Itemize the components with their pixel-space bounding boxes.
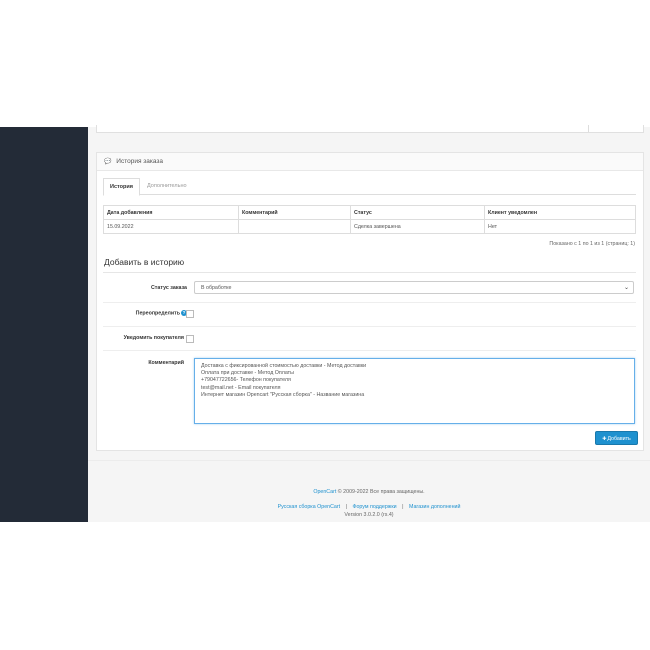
order-status-select[interactable]: В обработке ⌄: [194, 281, 634, 294]
order-status-label: Статус заказа: [150, 285, 187, 291]
column-header: Комментарий: [238, 205, 351, 220]
override-label-text: Переопределить: [135, 310, 180, 317]
comment-line: test@mail.net - Email покупателя: [201, 384, 281, 391]
column-header: Дата добавления: [103, 205, 239, 220]
footer-link-extension-store[interactable]: Магазин дополнений: [409, 504, 460, 510]
comment-line: Оплата при доставке - Метод Оплаты: [201, 370, 294, 377]
override-label: Переопределить?: [107, 310, 187, 316]
opencart-link[interactable]: OpenCart: [313, 489, 336, 495]
footer-links: Русская сборка OpenCart | Форум поддержк…: [88, 504, 650, 510]
divider: [103, 326, 636, 327]
comment-textarea[interactable]: Доставка с фиксированной стоимостью дост…: [194, 358, 635, 424]
column-header: Клиент уведомлен: [484, 205, 636, 220]
comment-label: Комментарий: [148, 360, 184, 366]
notify-label: Уведомить покупателя: [123, 335, 184, 341]
previous-panel-bottom: [96, 125, 644, 133]
copyright-text: © 2009-2022 Все права защищены.: [337, 489, 425, 495]
divider: [103, 272, 636, 273]
order-history-panel: 💬 История заказа История Дополнительно Д…: [96, 152, 644, 451]
add-history-button[interactable]: ✚Добавить: [595, 431, 638, 445]
sidebar: [0, 127, 88, 522]
comment-line: Интернет магазин Opencart "Русская сборк…: [201, 391, 365, 398]
main-content: 💬 История заказа История Дополнительно Д…: [88, 125, 650, 522]
table-cell: 15.09.2022: [103, 219, 239, 234]
tab-bar: История Дополнительно: [103, 178, 636, 196]
table-cell: [238, 219, 351, 234]
panel-title: История заказа: [116, 158, 164, 165]
add-history-title: Добавить в историю: [104, 257, 185, 267]
separator: |: [345, 504, 347, 510]
column-header: Статус: [350, 205, 485, 220]
separator: |: [402, 504, 404, 510]
override-checkbox[interactable]: [186, 310, 194, 318]
divider: [103, 350, 636, 351]
previous-select-edge: [588, 125, 643, 132]
history-table: Дата добавления Комментарий Статус Клиен…: [103, 205, 636, 234]
comment-line: +79047722656- Телефон покупателя: [201, 377, 291, 384]
tab-additional[interactable]: Дополнительно: [141, 178, 193, 194]
footer-divider: [88, 460, 650, 461]
table-cell: Нет: [484, 219, 636, 234]
pagination-text: Показано с 1 по 1 из 1 (страниц: 1): [549, 241, 635, 247]
table-cell: Сделка завершена: [350, 219, 485, 234]
footer-link-russian-build[interactable]: Русская сборка OpenCart: [278, 504, 341, 510]
footer-version: Version 3.0.2.0 (rs.4): [344, 512, 394, 518]
tab-history[interactable]: История: [103, 178, 140, 196]
order-status-value: В обработке: [201, 285, 232, 291]
plus-circle-icon: ✚: [602, 436, 607, 442]
footer-copyright: OpenCart © 2009-2022 Все права защищены.: [88, 489, 650, 495]
add-button-label: Добавить: [607, 436, 631, 442]
comment-line: Доставка с фиксированной стоимостью дост…: [201, 363, 367, 369]
divider: [103, 302, 636, 303]
footer-link-support-forum[interactable]: Форум поддержки: [352, 504, 396, 510]
chevron-down-icon: ⌄: [623, 285, 629, 291]
panel-heading: 💬 История заказа: [97, 153, 643, 171]
table-header-row: Дата добавления Комментарий Статус Клиен…: [103, 205, 636, 220]
comment-icon: 💬: [104, 159, 112, 165]
table-row: 15.09.2022 Сделка завершена Нет: [103, 219, 636, 234]
notify-checkbox[interactable]: [186, 335, 194, 343]
